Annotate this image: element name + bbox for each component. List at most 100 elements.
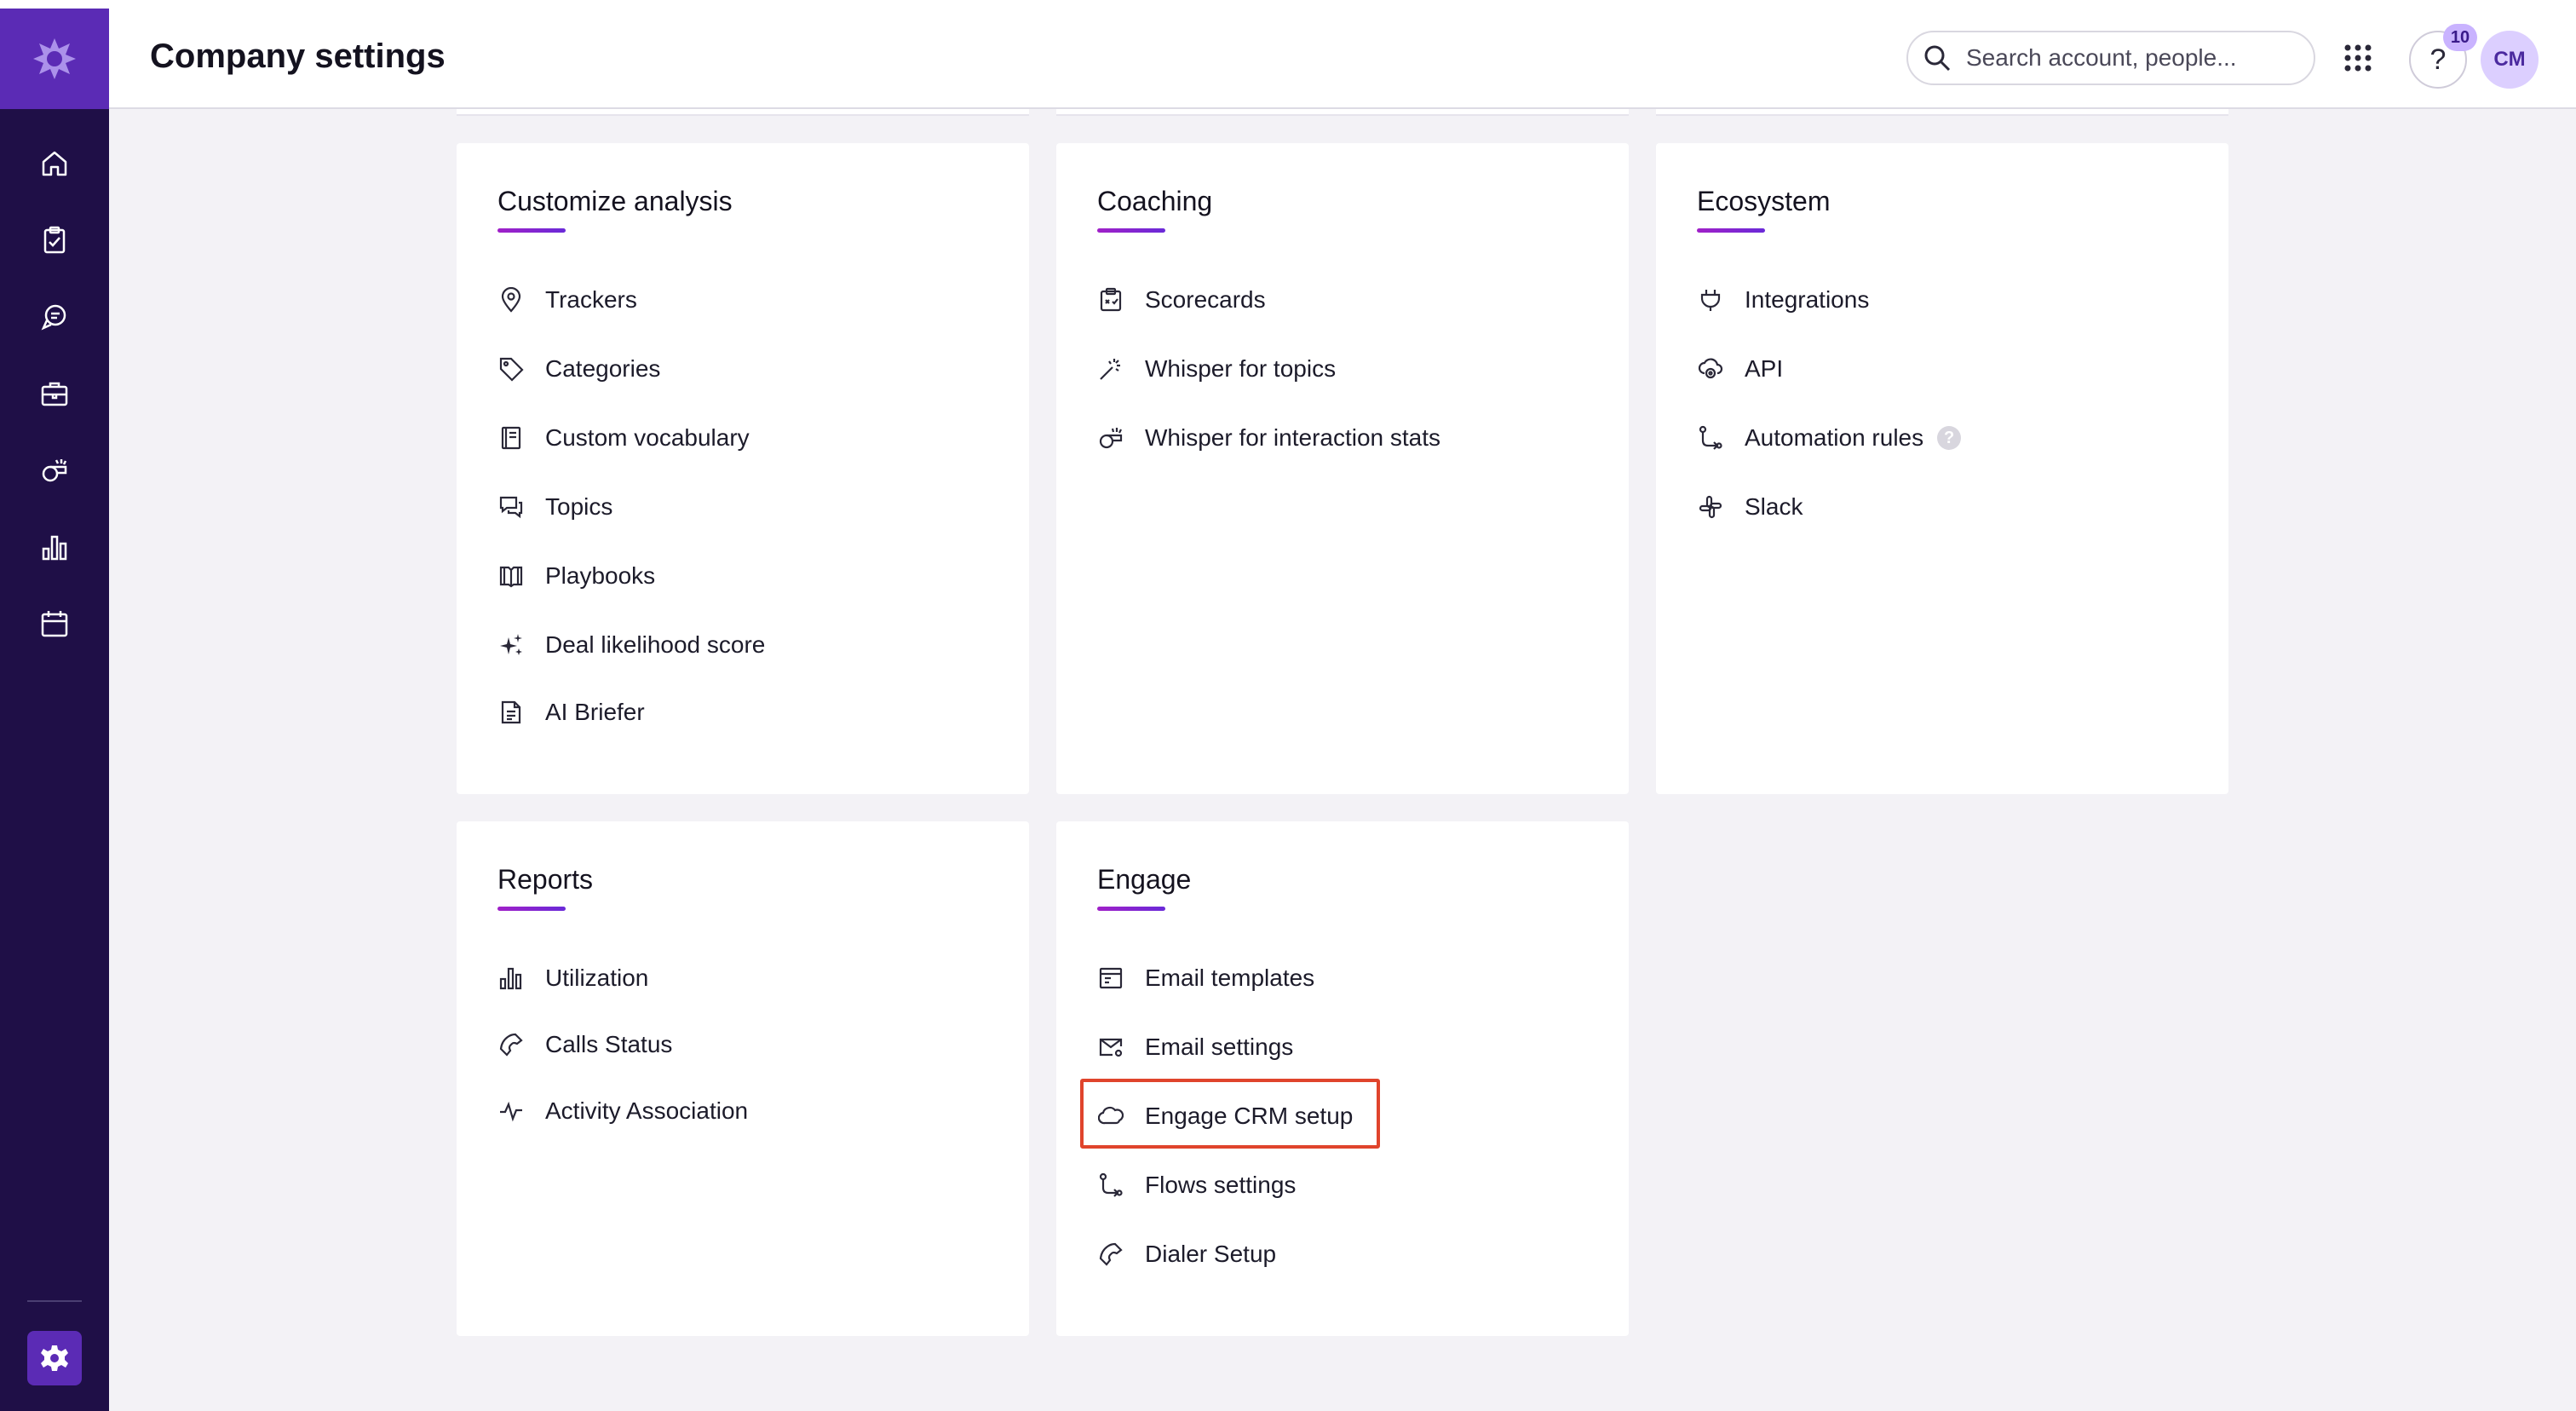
item-label: Custom vocabulary [545,424,750,451]
magic-wand-icon [1100,359,1120,380]
item-label: Deal likelihood score [545,631,766,658]
search-box[interactable] [1906,31,2315,85]
nav-calendar[interactable] [34,603,75,644]
card-title: Customize analysis [497,186,733,216]
link-email-templates[interactable]: Email templates [1094,954,1314,1002]
calendar-icon [41,611,68,637]
tag-icon [499,357,524,382]
link-integrations[interactable]: Integrations [1693,276,1869,324]
book-icon [501,426,521,450]
briefcase-icon [41,382,68,406]
home-icon [42,151,67,176]
nav-coaching[interactable] [34,450,75,491]
phone-icon [499,1033,523,1057]
link-activity-association[interactable]: Activity Association [494,1087,748,1135]
cloud-icon [1098,1106,1124,1125]
link-whisper-for-interaction-stats[interactable]: Whisper for interaction stats [1094,414,1440,462]
link-slack[interactable]: Slack [1693,483,1803,531]
item-label: Whisper for interaction stats [1145,424,1441,451]
item-label: Scorecards [1145,286,1266,313]
item-label: Automation rules [1745,424,1924,451]
link-automation-rules[interactable]: Automation rules ? [1693,414,1962,462]
link-trackers[interactable]: Trackers [494,276,637,324]
link-email-settings[interactable]: Email settings [1094,1023,1293,1071]
top-header: Company settings ? 10 CM [109,9,2576,109]
flow-icon [1099,1172,1123,1197]
page-title: Company settings [150,37,446,75]
item-label: Categories [545,355,661,382]
link-flows-settings[interactable]: Flows settings [1094,1161,1296,1209]
item-label: AI Briefer [545,699,645,725]
card-title: Reports [497,864,594,895]
notification-badge: 10 [2443,24,2477,51]
link-api[interactable]: API [1693,345,1783,393]
scorecard-icon [1100,287,1122,312]
link-utilization[interactable]: Utilization [494,954,648,1002]
document-icon [501,700,521,724]
link-categories[interactable]: Categories [494,345,660,393]
nav-home[interactable] [34,143,75,184]
link-scorecards[interactable]: Scorecards [1094,276,1266,324]
nav-reports[interactable] [34,527,75,567]
whistle-icon [1099,428,1123,449]
sidebar [0,9,109,1411]
avatar[interactable]: CM [2481,31,2539,89]
card-edge [1056,109,1629,116]
link-calls-status[interactable]: Calls Status [494,1021,672,1068]
title-underline [1097,228,1165,233]
phone-icon [1099,1242,1123,1266]
location-pin-icon [501,287,521,313]
link-playbooks[interactable]: Playbooks [494,552,655,600]
card-ecosystem: Ecosystem Integrations API Automation ru… [1656,143,2228,794]
item-label: Trackers [545,286,637,313]
item-label: Integrations [1745,286,1870,313]
link-deal-likelihood-score[interactable]: Deal likelihood score [494,621,765,669]
item-label: Activity Association [545,1097,749,1124]
link-custom-vocabulary[interactable]: Custom vocabulary [494,414,750,462]
settings-button[interactable] [27,1331,82,1385]
item-label: Email templates [1145,965,1315,991]
item-label: Flows settings [1145,1172,1297,1198]
item-label: Calls Status [545,1031,673,1057]
link-ai-briefer[interactable]: AI Briefer [494,688,645,736]
title-underline [497,228,566,233]
item-label: Whisper for topics [1145,355,1337,382]
logo[interactable] [0,9,109,109]
link-topics[interactable]: Topics [494,483,612,531]
search-icon [1924,45,1951,72]
open-book-icon [499,566,523,588]
plug-icon [1700,290,1721,311]
search-input[interactable] [1966,44,2290,72]
link-whisper-for-topics[interactable]: Whisper for topics [1094,345,1336,393]
top-strip [0,0,2576,9]
card-engage: Engage Email templates Email settings En… [1056,821,1629,1336]
title-underline [1097,907,1165,911]
card-customize-analysis: Customize analysis Trackers Categories C… [457,143,1029,794]
whistle-icon [42,459,67,482]
nav-deals[interactable] [34,373,75,414]
help-tooltip-icon[interactable]: ? [1937,426,1962,450]
card-title: Coaching [1097,186,1213,216]
link-dialer-setup[interactable]: Dialer Setup [1094,1230,1276,1278]
template-icon [1099,967,1123,989]
chat-icon [499,496,523,519]
title-underline [497,907,566,911]
apps-grid-icon [2344,44,2372,72]
chat-bubbles-icon [41,304,66,331]
nav-conversations[interactable] [34,297,75,337]
nav-tasks[interactable] [34,220,75,261]
bar-chart-icon [42,535,67,561]
sparkle-icon [500,634,522,655]
card-edge [1656,109,2228,116]
item-label: Dialer Setup [1145,1241,1277,1267]
slack-icon [1699,495,1722,519]
link-engage-crm-setup[interactable]: Engage CRM setup [1094,1092,1353,1140]
item-label: Slack [1745,493,1803,520]
apps-button[interactable] [2334,34,2382,82]
card-title: Ecosystem [1697,186,1831,216]
title-underline [1697,228,1765,233]
logo-icon [33,38,76,79]
gear-icon [41,1345,68,1371]
card-title: Engage [1097,864,1192,895]
item-label: Email settings [1145,1034,1294,1060]
